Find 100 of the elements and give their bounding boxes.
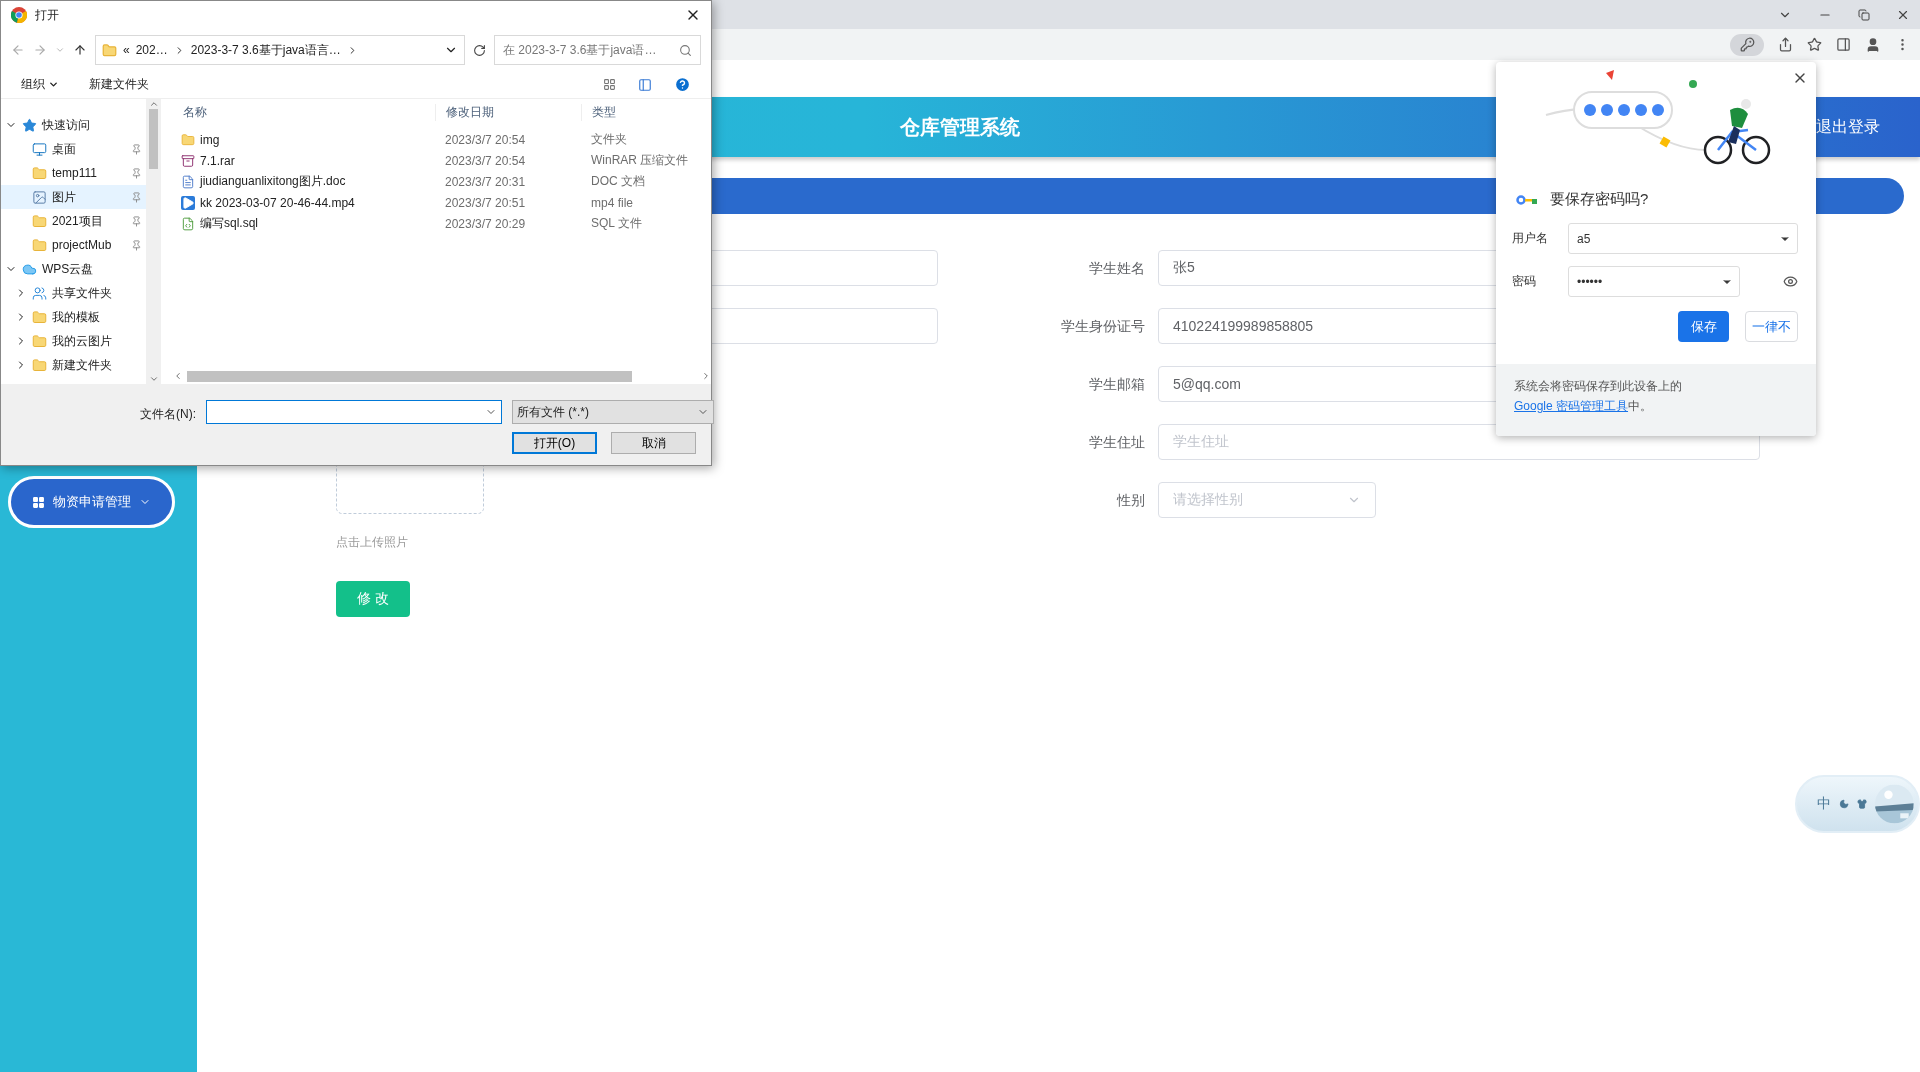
- restore-icon[interactable]: [1858, 8, 1870, 21]
- field-label: 学生身份证号: [1061, 317, 1146, 336]
- monitor-icon: [32, 141, 47, 157]
- preview-pane-icon[interactable]: [638, 77, 652, 92]
- help-icon[interactable]: [674, 76, 691, 93]
- eye-icon[interactable]: [1783, 274, 1798, 289]
- popup-title: 要保存密码吗?: [1550, 190, 1649, 209]
- sidebar-menu-item[interactable]: 物资申请管理: [8, 476, 175, 528]
- field-label: 学生住址: [1089, 433, 1146, 452]
- play-icon: [181, 195, 195, 210]
- column-header[interactable]: 修改日期: [435, 103, 581, 121]
- nav-item[interactable]: 桌面: [1, 137, 146, 161]
- file-date: 2023/3/7 20:54: [444, 132, 527, 147]
- folder-icon: [32, 357, 47, 373]
- document-icon: [181, 174, 195, 189]
- view-options-icon[interactable]: [603, 78, 616, 91]
- nav-item[interactable]: 共享文件夹: [1, 281, 146, 305]
- pin-icon: [131, 239, 142, 251]
- file-type: DOC 文档: [590, 173, 646, 190]
- nav-item[interactable]: 图片: [1, 185, 146, 209]
- column-header[interactable]: 类型: [581, 103, 711, 121]
- pin-icon: [131, 191, 142, 203]
- archive-icon: [181, 153, 195, 168]
- upload-caption: 点击上传照片: [336, 534, 409, 551]
- folder-icon: [32, 309, 47, 325]
- popup-button[interactable]: 保存: [1678, 311, 1729, 342]
- recent-dropdown-icon[interactable]: [55, 45, 65, 55]
- nav-item[interactable]: 我的模板: [1, 305, 146, 329]
- key-icon: [1516, 194, 1538, 205]
- file-name[interactable]: 7.1.rar: [173, 153, 435, 168]
- input-mode: 中: [1817, 795, 1831, 813]
- file-date: 2023/3/7 20:54: [444, 153, 527, 168]
- refresh-icon[interactable]: [473, 43, 486, 57]
- popup-button[interactable]: 一律不: [1745, 311, 1798, 342]
- address-bar[interactable]: « 202… 2023-3-7 3.6基于java语言…: [95, 35, 465, 65]
- file-name[interactable]: kk 2023-03-07 20-46-44.mp4: [173, 195, 435, 210]
- bookmark-star-icon[interactable]: [1807, 37, 1822, 52]
- pin-icon: [131, 167, 142, 179]
- file-date: 2023/3/7 20:31: [444, 174, 527, 189]
- forward-icon[interactable]: [33, 43, 47, 57]
- nav-item[interactable]: projectMub: [1, 233, 146, 257]
- cloud-icon: [22, 261, 37, 277]
- field-label: 学生姓名: [1089, 259, 1146, 278]
- file-date: 2023/3/7 20:29: [444, 216, 527, 231]
- toolbar-button[interactable]: 新建文件夹: [89, 76, 149, 93]
- file-type: SQL 文件: [590, 215, 643, 232]
- file-name[interactable]: img: [173, 132, 435, 147]
- field-label: 性别: [1117, 491, 1146, 510]
- folder-icon: [32, 237, 47, 253]
- field-label: 学生邮箱: [1089, 375, 1146, 394]
- ime-toolbar[interactable]: 中: [1795, 775, 1920, 833]
- file-type-select[interactable]: 所有文件 (*.*): [512, 400, 714, 424]
- username-field[interactable]: a5: [1568, 223, 1798, 254]
- field-label: 用户名: [1512, 230, 1549, 247]
- side-panel-icon[interactable]: [1836, 37, 1851, 52]
- scrollbar-thumb[interactable]: [187, 370, 632, 382]
- profile-icon[interactable]: [1865, 36, 1881, 53]
- password-field[interactable]: ••••••: [1568, 266, 1740, 297]
- chrome-logo-icon: [11, 7, 27, 23]
- pin-icon: [131, 215, 142, 227]
- shirt-icon: [1857, 798, 1868, 810]
- key-icon[interactable]: [1730, 33, 1764, 56]
- scrollbar[interactable]: [173, 368, 711, 384]
- script-file-icon: [181, 216, 195, 231]
- file-type: WinRAR 压缩文件: [590, 152, 690, 169]
- logout-link[interactable]: 退出登录: [1816, 116, 1880, 138]
- folder-icon: [181, 132, 195, 147]
- column-header[interactable]: 名称: [173, 103, 435, 121]
- up-icon[interactable]: [73, 43, 87, 57]
- scroll-left-icon[interactable]: [173, 371, 183, 381]
- nav-item[interactable]: WPS云盘: [1, 257, 146, 281]
- nav-item[interactable]: 2021项目: [1, 209, 146, 233]
- file-name[interactable]: jiudianguanlixitong图片.doc: [173, 173, 435, 190]
- filename-field[interactable]: [206, 400, 502, 424]
- scroll-down-icon[interactable]: [148, 374, 159, 384]
- app-title: 仓库管理系统: [900, 114, 1020, 140]
- search-field[interactable]: 在 2023-3-7 3.6基于java语…: [494, 35, 701, 65]
- footer-note: 系统会将密码保存到此设备上的 Google 密码管理工具中。: [1496, 364, 1816, 436]
- breadcrumb-prefix: «: [123, 43, 130, 57]
- password-manager-link[interactable]: Google 密码管理工具: [1514, 399, 1629, 413]
- nav-item[interactable]: 新建文件夹: [1, 353, 146, 377]
- scroll-up-icon[interactable]: [148, 99, 159, 109]
- dialog-button[interactable]: 打开(O): [512, 432, 597, 454]
- share-icon[interactable]: [1778, 37, 1793, 52]
- scroll-right-icon[interactable]: [701, 371, 711, 381]
- breadcrumb-item[interactable]: 2023-3-7 3.6基于java语言…: [190, 41, 341, 59]
- dialog-button[interactable]: 取消: [611, 432, 696, 454]
- nav-item[interactable]: 我的云图片: [1, 329, 146, 353]
- moon-icon: [1839, 798, 1850, 810]
- filename-label: 文件名(N):: [140, 405, 196, 423]
- search-icon: [679, 43, 692, 57]
- nav-item[interactable]: 快速访问: [1, 113, 146, 137]
- caret-icon: [48, 79, 59, 90]
- toolbar-button[interactable]: 组织: [21, 76, 59, 93]
- scrollbar[interactable]: [146, 99, 161, 384]
- back-icon[interactable]: [11, 43, 25, 57]
- breadcrumb-item[interactable]: 202…: [135, 43, 168, 57]
- file-name[interactable]: 编写sql.sql: [173, 215, 435, 232]
- scrollbar-thumb[interactable]: [149, 109, 158, 169]
- nav-item[interactable]: temp111: [1, 161, 146, 185]
